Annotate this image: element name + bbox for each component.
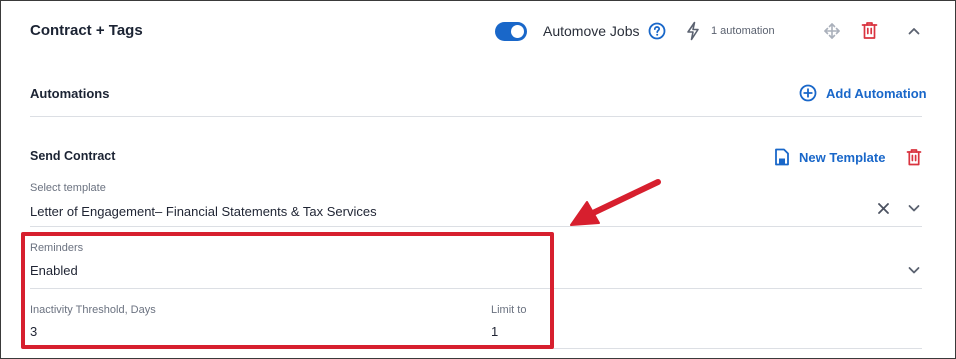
automation-card: Contract + Tags Automove Jobs 1 automati… (0, 0, 956, 359)
lightning-bolt-icon (687, 21, 699, 41)
send-contract-title: Send Contract (30, 149, 116, 163)
delete-automation-trash-icon[interactable] (906, 148, 922, 166)
automove-label: Automove Jobs (543, 23, 640, 39)
new-template-label: New Template (799, 149, 886, 165)
add-automation-button[interactable]: Add Automation (799, 83, 927, 103)
automove-toggle[interactable] (495, 22, 527, 41)
automation-count: 1 automation (711, 25, 775, 37)
plus-circle-icon (799, 84, 817, 102)
drag-move-icon[interactable] (823, 22, 841, 40)
delete-card-trash-icon[interactable] (861, 21, 878, 40)
help-icon[interactable] (648, 22, 666, 40)
clear-icon[interactable] (877, 202, 890, 215)
reminders-chevron-down-icon[interactable] (907, 263, 921, 277)
annotation-highlight-box (21, 232, 554, 349)
card-title: Contract + Tags (30, 22, 143, 39)
template-chevron-down-icon[interactable] (907, 201, 921, 215)
new-template-button[interactable]: New Template (774, 147, 885, 167)
template-select-value[interactable]: Letter of Engagement– Financial Statemen… (30, 204, 377, 219)
new-document-icon (775, 148, 789, 166)
automations-heading: Automations (30, 86, 110, 101)
section-divider (30, 116, 922, 117)
annotation-arrow-icon (570, 179, 661, 226)
chevron-up-icon[interactable] (907, 24, 921, 38)
template-divider (30, 226, 922, 227)
toggle-knob (511, 25, 524, 38)
template-field-label: Select template (30, 182, 106, 194)
add-automation-label: Add Automation (826, 85, 927, 101)
